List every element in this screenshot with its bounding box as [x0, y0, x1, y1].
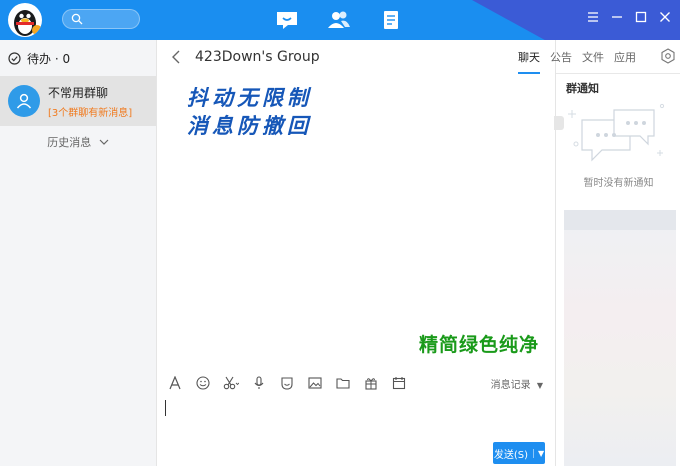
folder-icon [336, 378, 350, 389]
notice-empty-text: 暂时没有新通知 [583, 178, 654, 189]
tab-announcements[interactable]: 公告 [550, 49, 572, 74]
chevron-down-icon [99, 139, 109, 145]
search-input[interactable] [62, 9, 140, 29]
todo-item[interactable]: 待办 · 0 [0, 40, 156, 76]
settings-hex-icon[interactable] [660, 48, 676, 64]
group-notice-section: 群通知 暂时没有新通知 [554, 73, 680, 205]
screenshot-button[interactable] [223, 375, 239, 391]
conversation-item[interactable]: 不常用群聊 [3个群聊有新消息] [0, 76, 156, 126]
user-icon [16, 93, 32, 109]
group-name: 423Down's Group [195, 49, 320, 65]
conversation-badge: [3个群聊有新消息] [48, 107, 133, 119]
group-notice-title: 群通知 [566, 82, 599, 95]
gift-button[interactable] [363, 375, 379, 391]
search-icon [71, 13, 83, 25]
minimize-button[interactable] [610, 10, 624, 24]
image-button[interactable] [307, 375, 323, 391]
group-avatar [8, 85, 40, 117]
calendar-icon [392, 377, 406, 390]
todo-label: 待办 · 0 [27, 51, 71, 66]
file-button[interactable] [335, 375, 351, 391]
chat-tabs: 聊天 公告 文件 应用 [518, 49, 636, 74]
microphone-icon [254, 376, 264, 389]
penguin-icon [14, 10, 42, 36]
gift-icon [365, 378, 377, 390]
close-button[interactable] [658, 10, 672, 24]
window-controls [586, 10, 672, 24]
avatar[interactable] [8, 3, 42, 37]
files-icon [384, 11, 398, 29]
contacts-icon [328, 11, 350, 28]
calendar-button[interactable] [391, 375, 407, 391]
tab-contacts[interactable] [324, 6, 354, 34]
send-button[interactable]: 发送(S) ▼ [493, 442, 545, 464]
title-bar [0, 0, 680, 40]
check-circle-icon [8, 51, 21, 65]
tab-messages[interactable] [272, 6, 302, 34]
promo-line-2: 消息防撤回 [187, 113, 312, 138]
empty-notice-illustration [568, 103, 665, 162]
input-toolbar: 消息记录 ▼ [157, 370, 555, 396]
tab-chat[interactable]: 聊天 [518, 49, 540, 74]
history-label: 历史消息 [47, 136, 92, 149]
emoji-button[interactable] [195, 375, 211, 391]
back-arrow-icon[interactable] [171, 50, 181, 64]
message-input[interactable] [157, 396, 555, 440]
history-toggle[interactable]: 历史消息 [0, 134, 156, 150]
font-icon [169, 376, 181, 390]
blurred-header [564, 210, 676, 230]
menu-button[interactable] [586, 10, 600, 24]
tab-apps[interactable]: 应用 [614, 49, 636, 74]
conversation-sidebar: 待办 · 0 不常用群聊 [3个群聊有新消息] 历史消息 [0, 40, 157, 466]
sticker-button[interactable] [279, 375, 295, 391]
conversation-name: 不常用群聊 [48, 85, 109, 100]
caret-down-icon: ▼ [536, 381, 543, 390]
chat-panel: 423Down's Group 抖动无限制 消息防撤回 精简绿色纯净 消息记录 … [157, 40, 555, 466]
minimize-icon [612, 16, 622, 18]
chat-icon [277, 12, 297, 29]
group-info-panel: 聊天 公告 文件 应用 群通知 暂时没有新通知 [518, 40, 680, 466]
chat-header: 423Down's Group [157, 40, 555, 74]
menu-icon [588, 12, 598, 22]
promo-line-1: 抖动无限制 [187, 85, 312, 110]
message-history-label: 消息记录 [490, 380, 531, 391]
tab-files-group[interactable]: 文件 [582, 49, 604, 74]
message-history-button[interactable]: 消息记录 ▼ [491, 376, 543, 391]
send-options-icon[interactable]: ▼ [533, 448, 544, 458]
tab-files[interactable] [376, 6, 406, 34]
smiley-icon [196, 376, 210, 390]
collapse-handle[interactable] [554, 116, 564, 130]
font-button[interactable] [167, 375, 183, 391]
send-label: 发送(S) [493, 449, 528, 461]
close-icon [660, 12, 670, 22]
scissors-icon [223, 376, 239, 390]
image-icon [308, 377, 322, 389]
maximize-button[interactable] [634, 10, 648, 24]
maximize-icon [635, 11, 647, 23]
blurred-member-list [564, 210, 676, 466]
main-nav [272, 6, 406, 34]
voice-button[interactable] [251, 375, 267, 391]
promo-text-green: 精简绿色纯净 [419, 334, 540, 356]
promo-text-blue: 抖动无限制 消息防撤回 [187, 84, 312, 140]
sticker-icon [281, 377, 293, 390]
